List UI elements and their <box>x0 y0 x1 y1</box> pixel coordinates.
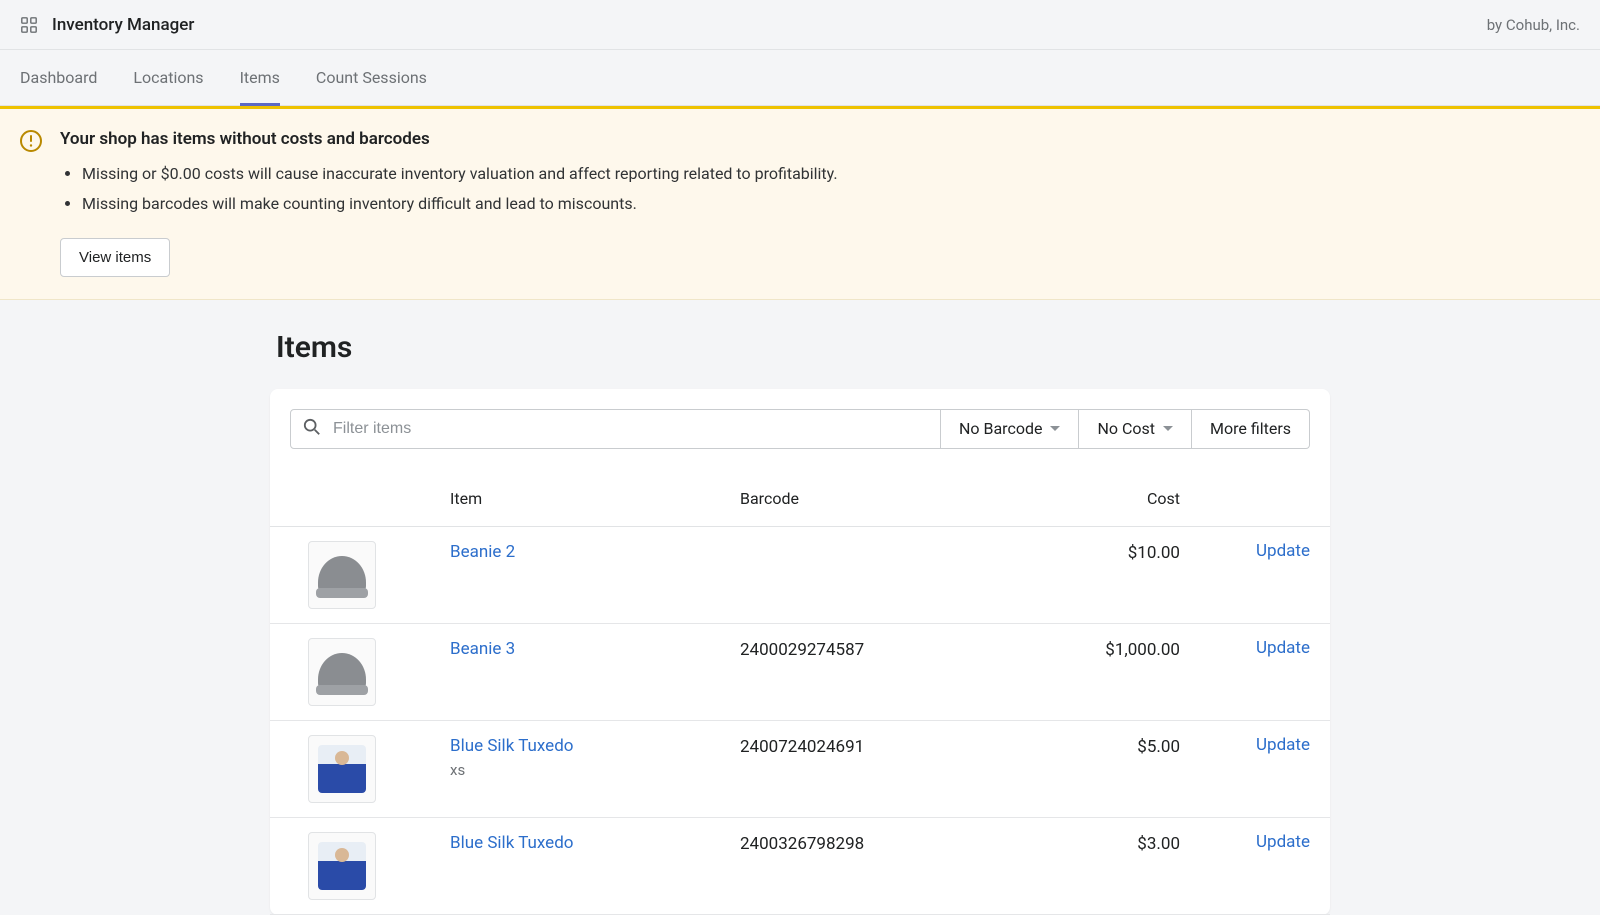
update-link[interactable]: Update <box>1256 636 1310 658</box>
cell-thumb <box>290 735 450 803</box>
warning-icon <box>20 130 42 152</box>
table-row: Blue Silk Tuxedo2400326798298$3.00 Update <box>270 818 1330 915</box>
item-thumbnail <box>308 541 376 609</box>
table-row: Beanie 2 $10.00 Update <box>270 527 1330 624</box>
more-filters-label: More filters <box>1210 419 1291 438</box>
chevron-down-icon <box>1050 426 1060 431</box>
cell-thumb <box>290 832 450 900</box>
banner-bullet: Missing barcodes will make counting inve… <box>82 189 1580 219</box>
search-wrap[interactable] <box>290 409 941 449</box>
beanie-icon <box>318 653 366 691</box>
item-thumbnail <box>308 832 376 900</box>
cell-barcode: 2400724024691 <box>740 735 1050 757</box>
view-items-button[interactable]: View items <box>60 238 170 277</box>
item-name-link[interactable]: Blue Silk Tuxedo <box>450 735 740 759</box>
banner-bullet: Missing or $0.00 costs will cause inaccu… <box>82 159 1580 189</box>
col-thumb <box>290 489 450 508</box>
col-item: Item <box>450 489 740 508</box>
item-name-link[interactable]: Blue Silk Tuxedo <box>450 832 740 856</box>
filter-no-cost[interactable]: No Cost <box>1079 409 1192 449</box>
page-title: Items <box>270 330 1330 365</box>
app-grid-icon <box>20 16 38 34</box>
tux-icon <box>318 745 366 793</box>
items-card: No Barcode No Cost More filters Item Bar… <box>270 389 1330 915</box>
banner-title: Your shop has items without costs and ba… <box>60 129 1580 149</box>
cell-cost: $10.00 <box>1050 541 1180 563</box>
cell-barcode <box>740 541 1050 543</box>
update-link[interactable]: Update <box>1256 830 1310 852</box>
table-row: Beanie 32400029274587$1,000.00 Update <box>270 624 1330 721</box>
banner-list: Missing or $0.00 costs will cause inaccu… <box>60 159 1580 220</box>
table-row: Blue Silk Tuxedo xs2400724024691$5.00 Upda… <box>270 721 1330 818</box>
chevron-down-icon <box>1163 426 1173 431</box>
filter-items-input[interactable] <box>321 410 928 448</box>
filter-no-cost-label: No Cost <box>1097 419 1155 438</box>
table-body: Beanie 2$10.00UpdateBeanie 3240002927458… <box>270 527 1330 915</box>
warning-banner: Your shop has items without costs and ba… <box>0 106 1600 300</box>
cell-barcode: 2400326798298 <box>740 832 1050 854</box>
nav-count-sessions[interactable]: Count Sessions <box>316 50 427 106</box>
cell-barcode: 2400029274587 <box>740 638 1050 660</box>
cell-cost: $5.00 <box>1050 735 1180 757</box>
cell-cost: $3.00 <box>1050 832 1180 854</box>
update-link[interactable]: Update <box>1256 733 1310 755</box>
nav-items[interactable]: Items <box>240 50 280 106</box>
topbar-left: Inventory Manager <box>20 15 194 35</box>
item-thumbnail <box>308 638 376 706</box>
more-filters-button[interactable]: More filters <box>1192 409 1310 449</box>
cell-thumb <box>290 638 450 706</box>
cell-action: Update <box>1180 832 1310 852</box>
item-thumbnail <box>308 735 376 803</box>
table-header: Item Barcode Cost <box>270 471 1330 527</box>
filter-no-barcode-label: No Barcode <box>959 419 1042 438</box>
filter-bar: No Barcode No Cost More filters <box>270 389 1330 471</box>
cell-action: Update <box>1180 541 1310 561</box>
search-icon <box>303 418 321 440</box>
cell-action: Update <box>1180 735 1310 755</box>
cell-action: Update <box>1180 638 1310 658</box>
item-variant: xs <box>450 761 740 779</box>
col-action <box>1180 489 1310 508</box>
col-cost: Cost <box>1050 489 1180 508</box>
update-link[interactable]: Update <box>1256 539 1310 561</box>
banner-body: Your shop has items without costs and ba… <box>60 129 1580 277</box>
content: Items No Barcode No Cost <box>270 300 1330 915</box>
app-title: Inventory Manager <box>52 15 194 35</box>
cell-thumb <box>290 541 450 609</box>
col-barcode: Barcode <box>740 489 1050 508</box>
item-name-link[interactable]: Beanie 3 <box>450 638 740 662</box>
nav-dashboard[interactable]: Dashboard <box>20 50 97 106</box>
beanie-icon <box>318 556 366 594</box>
nav-locations[interactable]: Locations <box>133 50 203 106</box>
topbar: Inventory Manager by Cohub, Inc. <box>0 0 1600 50</box>
byline: by Cohub, Inc. <box>1487 16 1580 34</box>
tux-icon <box>318 842 366 890</box>
cell-item: Beanie 3 <box>450 638 740 662</box>
cell-item: Beanie 2 <box>450 541 740 565</box>
navbar: Dashboard Locations Items Count Sessions <box>0 50 1600 106</box>
cell-item: Blue Silk Tuxedo xs <box>450 735 740 779</box>
cell-cost: $1,000.00 <box>1050 638 1180 660</box>
cell-item: Blue Silk Tuxedo <box>450 832 740 856</box>
item-name-link[interactable]: Beanie 2 <box>450 541 740 565</box>
filter-no-barcode[interactable]: No Barcode <box>941 409 1079 449</box>
